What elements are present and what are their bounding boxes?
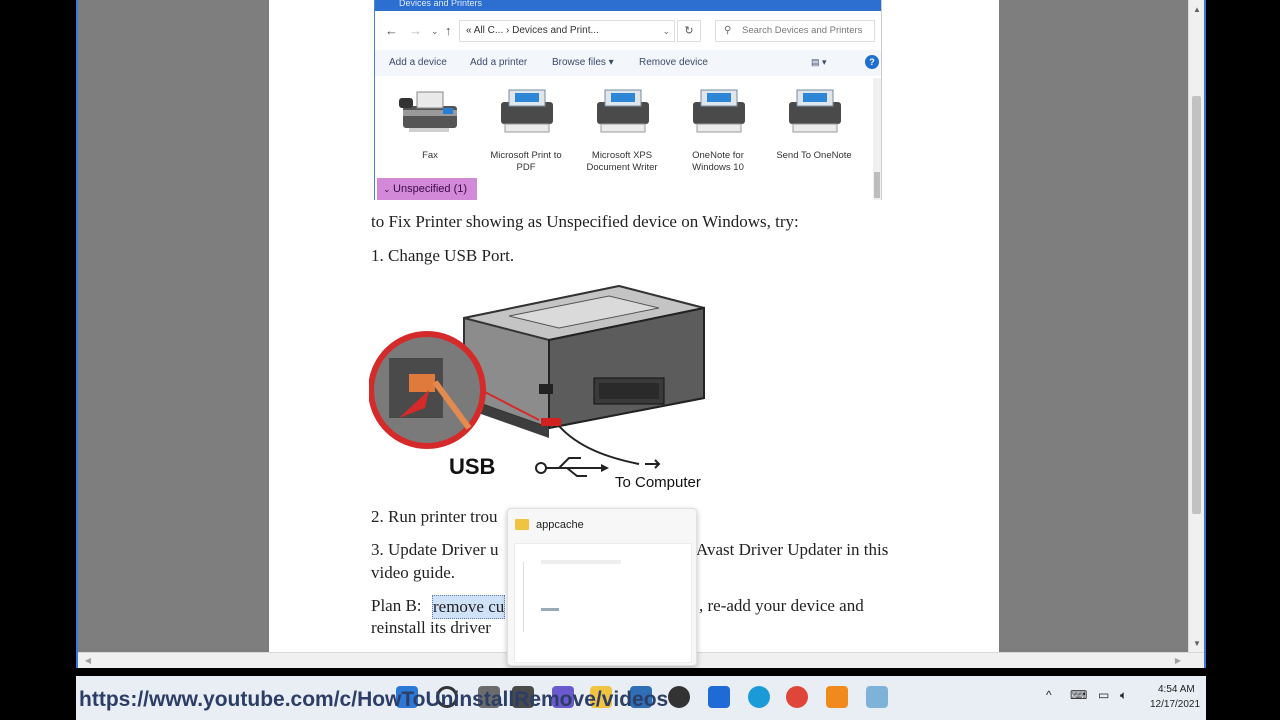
explorer-command-bar: Add a device Add a printer Browse files …: [375, 50, 881, 76]
scroll-right-icon[interactable]: ▶: [1170, 653, 1186, 669]
clock-date[interactable]: 12/17/2021: [1150, 699, 1200, 710]
unspecified-label: Unspecified (1): [393, 183, 468, 195]
edge-icon[interactable]: [748, 686, 770, 708]
printer-icon: [587, 84, 657, 136]
back-arrow-icon: ←: [385, 23, 398, 38]
remove-link[interactable]: remove cu: [432, 595, 506, 619]
printer-icon: [779, 84, 849, 136]
usb-label: USB: [449, 454, 496, 479]
step-2-text: 2. Run printer trou: [371, 507, 498, 526]
device-xps-writer: Microsoft XPS Document Writer: [577, 84, 667, 174]
network-icon[interactable]: ▭: [1098, 688, 1109, 702]
preview-title: appcache: [536, 519, 584, 531]
unspecified-group-header: ⌄ Unspecified (1): [377, 178, 477, 200]
scroll-up-icon[interactable]: ▲: [1189, 2, 1205, 18]
explorer-scrollbar: [873, 78, 881, 200]
scroll-down-icon[interactable]: ▼: [1189, 636, 1205, 652]
cmd-browse-files: Browse files ▾: [552, 57, 614, 68]
cmd-remove-device: Remove device: [639, 57, 708, 68]
explorer-address-row: ← → ⌄ ↑ « All C... › Devices and Print..…: [375, 18, 881, 48]
scroll-thumb[interactable]: [1192, 96, 1201, 514]
device-label: Microsoft Print to PDF: [490, 150, 562, 173]
refresh-icon: ↻: [677, 20, 701, 42]
device-label: OneNote for Windows 10: [692, 150, 744, 173]
view-options-icon: ▤ ▾: [811, 57, 827, 67]
vertical-scrollbar[interactable]: ▲ ▼: [1188, 0, 1204, 652]
to-computer-label: To Computer: [615, 474, 701, 491]
chevron-up-icon[interactable]: ^: [1046, 688, 1052, 702]
plan-b-text-b: , re-add your device and: [699, 596, 864, 615]
chevron-down-icon: ⌄: [431, 26, 439, 36]
orange-app-icon[interactable]: [826, 686, 848, 708]
device-label: Microsoft XPS Document Writer: [586, 150, 658, 173]
search-icon: ⚲: [724, 25, 732, 36]
taskbar-preview-popup[interactable]: appcache: [507, 508, 697, 666]
device-label: Fax: [422, 150, 438, 161]
screen: Devices and Printers ← → ⌄ ↑ « All C... …: [0, 0, 1280, 720]
cmd-add-printer: Add a printer: [470, 57, 528, 68]
explorer-title: Devices and Printers: [375, 0, 881, 11]
clock-time[interactable]: 4:54 AM: [1158, 684, 1195, 695]
chevron-down-icon: ⌄: [383, 184, 394, 194]
step-1-text: 1. Change USB Port.: [371, 246, 515, 265]
app-icon[interactable]: [668, 686, 690, 708]
device-send-to-onenote: Send To OneNote: [769, 84, 859, 162]
plan-b-label: Plan B:: [371, 596, 422, 615]
printer-icon: [683, 84, 753, 136]
keyboard-icon[interactable]: ⌨: [1070, 688, 1087, 702]
printer-icon: [491, 84, 561, 136]
fax-icon: [395, 84, 465, 136]
device-fax: Fax: [385, 84, 475, 162]
step-3-text-a: 3. Update Driver u: [371, 540, 499, 559]
usb-printer-illustration: USB To Computer: [368, 278, 714, 496]
channel-url-overlay: https://www.youtube.com/c/HowToUninstall…: [79, 688, 669, 711]
monitor-app-icon[interactable]: [708, 686, 730, 708]
step-3-text-b: Avast Driver Updater in this: [696, 540, 889, 559]
up-arrow-icon: ↑: [445, 23, 452, 38]
intro-text: to Fix Printer showing as Unspecified de…: [371, 212, 799, 231]
search-box: ⚲ Search Devices and Printers: [715, 20, 875, 42]
address-chevron-icon: ⌄: [662, 26, 670, 36]
volume-icon[interactable]: 🔈︎: [1120, 688, 1127, 703]
folder-icon: [515, 519, 529, 530]
address-text: « All C... › Devices and Print...: [466, 25, 599, 36]
preview-thumbnail[interactable]: [514, 543, 692, 663]
search-placeholder: Search Devices and Printers: [742, 25, 863, 36]
cmd-add-device: Add a device: [389, 57, 447, 68]
chrome-icon[interactable]: [786, 686, 808, 708]
step-3-text-c: video guide.: [371, 563, 456, 582]
forward-arrow-icon: →: [409, 23, 422, 38]
plan-b-text-c: reinstall its driver: [371, 618, 491, 637]
address-bar: « All C... › Devices and Print... ⌄: [459, 20, 675, 42]
devices-and-printers-snapshot: Devices and Printers ← → ⌄ ↑ « All C... …: [374, 0, 882, 200]
remote-desktop-icon[interactable]: [866, 686, 888, 708]
scroll-left-icon[interactable]: ◀: [80, 653, 96, 669]
help-icon: ?: [865, 55, 879, 69]
device-label: Send To OneNote: [776, 150, 852, 161]
device-print-to-pdf: Microsoft Print to PDF: [481, 84, 571, 174]
device-onenote-win10: OneNote for Windows 10: [673, 84, 763, 174]
